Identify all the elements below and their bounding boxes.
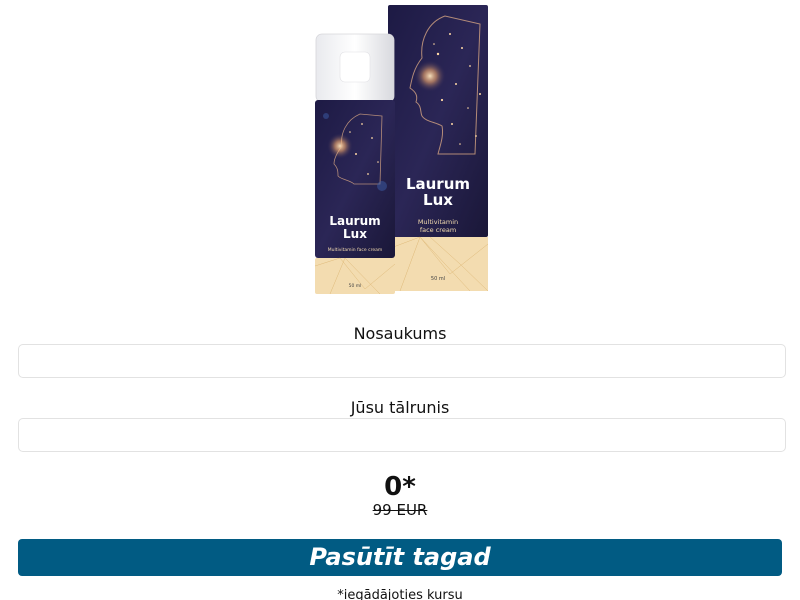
order-now-button[interactable]: Pasūtīt tagad [18,539,782,576]
box-subtitle-line1: Multivitamin [418,218,458,226]
bottle-subtitle: Multivitamin face cream [328,247,383,253]
product-bottle: Laurum Lux Multivitamin face cream 50 ml [314,33,396,295]
phone-input[interactable] [18,418,786,452]
bottle-volume: 50 ml [349,283,362,289]
bottle-brand-line2: Lux [343,227,367,241]
name-label: Nosaukums [353,324,447,343]
name-input[interactable] [18,344,786,378]
current-price: 0* [384,472,416,502]
bottle-brand-line1: Laurum [329,214,380,228]
footnote: *iegādājoties kursu [337,588,463,600]
product-image: Laurum Lux Multivitamin face cream 50 ml [314,5,489,295]
product-box: Laurum Lux Multivitamin face cream 50 ml [387,5,489,292]
box-volume: 50 ml [431,276,445,282]
old-price: 99 EUR [372,501,428,519]
box-brand-line2: Lux [423,191,453,209]
phone-label: Jūsu tālrunis [350,398,450,417]
order-page: Laurum Lux Multivitamin face cream 50 ml [0,0,800,600]
box-subtitle-line2: face cream [420,226,456,234]
